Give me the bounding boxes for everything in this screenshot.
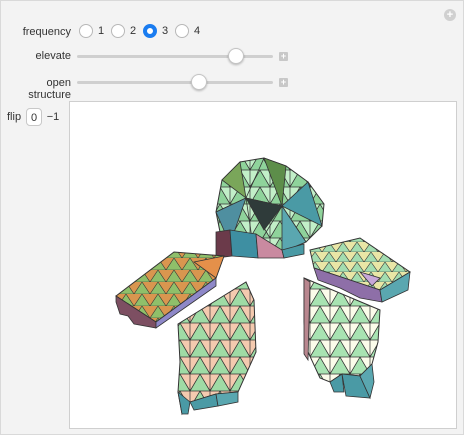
radio-icon[interactable] — [79, 24, 93, 38]
radio-icon[interactable] — [175, 24, 189, 38]
elevate-label: elevate — [35, 50, 71, 62]
frequency-option-label: 3 — [162, 25, 169, 37]
frequency-label: frequency — [22, 26, 71, 38]
flip-label: flip — [7, 111, 22, 123]
plus-circle-icon[interactable]: + — [444, 9, 456, 21]
plus-icon[interactable]: + — [279, 78, 288, 87]
open-structure-label: open structure — [28, 77, 71, 101]
open-structure-slider-thumb[interactable] — [190, 74, 207, 90]
frequency-option-label: 1 — [98, 25, 105, 37]
frequency-option-3[interactable]: 3 — [143, 24, 168, 38]
plus-icon[interactable]: + — [279, 52, 288, 61]
elevate-slider-thumb[interactable] — [227, 48, 244, 64]
frequency-option-4[interactable]: 4 — [175, 24, 200, 38]
radio-selected-icon[interactable] — [143, 24, 157, 38]
graphics-view[interactable] — [69, 101, 457, 429]
frequency-option-label: 4 — [194, 25, 201, 37]
flip-option-minus1[interactable]: −1 — [43, 108, 63, 126]
frequency-option-label: 2 — [130, 25, 137, 37]
open-structure-slider-track[interactable] — [77, 81, 273, 84]
frequency-option-2[interactable]: 2 — [111, 24, 136, 38]
radio-icon[interactable] — [111, 24, 125, 38]
manipulate-panel: + frequency 1 2 3 4 elevate + open struc… — [0, 0, 464, 435]
dome-shape — [215, 157, 325, 259]
flip-option-0[interactable]: 0 — [26, 108, 42, 126]
polyhedron-graphic — [115, 157, 411, 416]
frequency-option-1[interactable]: 1 — [79, 24, 104, 38]
